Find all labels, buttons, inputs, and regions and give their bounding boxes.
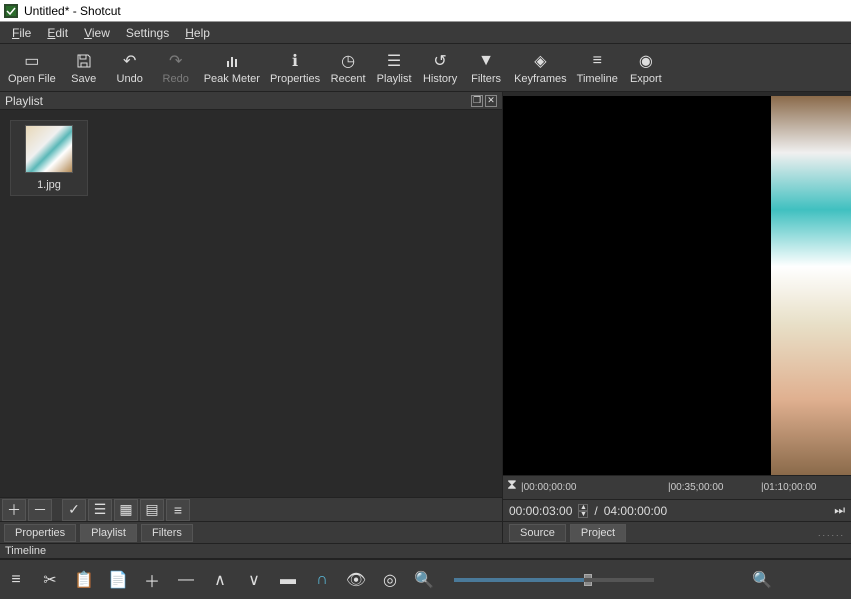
menu-edit[interactable]: Edit xyxy=(39,24,76,42)
update-button[interactable]: ✓ xyxy=(62,499,86,521)
meter-icon xyxy=(224,51,240,71)
total-time: 04:00:00:00 xyxy=(604,504,667,518)
thumbnail xyxy=(25,125,73,173)
playlist-item[interactable]: 1.jpg xyxy=(10,120,88,196)
preview-image xyxy=(771,96,851,475)
playlist-panel: Playlist ❐ ✕ 1.jpg ＋ － ✓ ☰ ▦ ▤ ≡ Propert… xyxy=(0,92,502,543)
ripple-button[interactable]: ◎ xyxy=(380,570,400,590)
tab-project[interactable]: Project xyxy=(570,524,626,542)
folder-open-icon: ▭ xyxy=(24,51,39,71)
window-title: Untitled* - Shotcut xyxy=(24,4,121,18)
ruler-mark: |01:10;00:00 xyxy=(761,482,816,493)
close-panel-icon[interactable]: ✕ xyxy=(485,95,497,107)
tab-filters[interactable]: Filters xyxy=(141,524,193,542)
paste-button[interactable]: 📄 xyxy=(108,570,128,590)
ruler-mark: |00:00;00:00 xyxy=(521,482,576,493)
redo-icon: ↷ xyxy=(169,51,182,71)
zoom-slider[interactable] xyxy=(454,578,654,582)
add-button[interactable]: ＋ xyxy=(2,499,26,521)
timeline-menu-button[interactable]: ≡ xyxy=(6,570,26,590)
lift-button[interactable]: ∧ xyxy=(210,570,230,590)
keyframes-button[interactable]: ◈Keyframes xyxy=(510,46,571,90)
playlist-grid[interactable]: 1.jpg xyxy=(0,110,502,497)
preview-panel: ⧗ |00:00;00:00 |00:35;00:00 |01:10;00:00… xyxy=(502,92,851,543)
view-icons-button[interactable]: ▤ xyxy=(140,499,164,521)
video-preview[interactable] xyxy=(503,96,851,475)
playlist-panel-header: Playlist ❐ ✕ xyxy=(0,92,502,110)
info-icon: ℹ xyxy=(292,51,298,71)
preview-tabs: Source Project ...... xyxy=(503,521,851,543)
chevron-up-icon[interactable]: ▲ xyxy=(578,504,588,511)
menu-settings[interactable]: Settings xyxy=(118,24,177,42)
tab-source[interactable]: Source xyxy=(509,524,566,542)
playlist-panel-title: Playlist xyxy=(5,94,43,108)
skip-end-button[interactable]: ⏭ xyxy=(834,503,845,518)
slider-handle[interactable] xyxy=(584,574,592,586)
view-list-button[interactable]: ☰ xyxy=(88,499,112,521)
timeline-button[interactable]: ≡Timeline xyxy=(573,46,622,90)
undo-icon: ↶ xyxy=(123,51,136,71)
clock-icon: ◷ xyxy=(341,51,355,71)
cut-button[interactable]: ✂ xyxy=(40,570,60,590)
ripple-delete-button[interactable]: — xyxy=(176,570,196,590)
main-toolbar: ▭Open File Save ↶Undo ↷Redo Peak Meter ℹ… xyxy=(0,44,851,92)
open-file-button[interactable]: ▭Open File xyxy=(4,46,60,90)
append-button[interactable]: ＋ xyxy=(142,570,162,590)
menu-view[interactable]: View xyxy=(76,24,118,42)
time-separator: / xyxy=(594,504,597,518)
peak-meter-button[interactable]: Peak Meter xyxy=(200,46,264,90)
properties-button[interactable]: ℹProperties xyxy=(266,46,324,90)
save-button[interactable]: Save xyxy=(62,46,106,90)
tab-playlist[interactable]: Playlist xyxy=(80,524,137,542)
export-button[interactable]: ◉Export xyxy=(624,46,668,90)
timeline-toolbar: ≡ ✂ 📋 📄 ＋ — ∧ ∨ ▬ ∩ 👁 ◎ 🔍 🔍 xyxy=(0,559,851,599)
history-button[interactable]: ↺History xyxy=(418,46,462,90)
time-spinner[interactable]: ▲▼ xyxy=(578,504,588,518)
tab-properties[interactable]: Properties xyxy=(4,524,76,542)
redo-button[interactable]: ↷Redo xyxy=(154,46,198,90)
timeline-panel: Timeline ≡ ✂ 📋 📄 ＋ — ∧ ∨ ▬ ∩ 👁 ◎ 🔍 🔍 xyxy=(0,543,851,599)
time-controls: 00:00:03:00 ▲▼ / 04:00:00:00 ⏭ xyxy=(503,499,851,521)
undock-icon[interactable]: ❐ xyxy=(471,95,483,107)
snap-button[interactable]: ∩ xyxy=(312,570,332,590)
filters-button[interactable]: ▼Filters xyxy=(464,46,508,90)
keyframes-icon: ◈ xyxy=(534,51,546,71)
remove-button[interactable]: － xyxy=(28,499,52,521)
scrub-button[interactable]: 👁 xyxy=(346,570,366,590)
list-icon: ☰ xyxy=(387,51,401,71)
overwrite-button[interactable]: ▬ xyxy=(278,570,298,590)
left-tabs: Properties Playlist Filters xyxy=(0,521,502,543)
menu-help[interactable]: Help xyxy=(177,24,218,42)
playlist-item-label: 1.jpg xyxy=(37,179,61,191)
timeline-title: Timeline xyxy=(0,543,851,559)
preview-ruler[interactable]: ⧗ |00:00;00:00 |00:35;00:00 |01:10;00:00 xyxy=(503,475,851,499)
playlist-button[interactable]: ☰Playlist xyxy=(372,46,416,90)
main-content: Playlist ❐ ✕ 1.jpg ＋ － ✓ ☰ ▦ ▤ ≡ Propert… xyxy=(0,92,851,543)
app-icon xyxy=(4,4,18,18)
export-icon: ◉ xyxy=(639,51,653,71)
menu-file[interactable]: File xyxy=(4,24,39,42)
current-time[interactable]: 00:00:03:00 xyxy=(509,504,572,518)
menu-bar: File Edit View Settings Help xyxy=(0,22,851,44)
timeline-icon: ≡ xyxy=(593,51,602,71)
playhead-icon[interactable]: ⧗ xyxy=(507,476,517,493)
ruler-mark: |00:35;00:00 xyxy=(668,482,723,493)
title-bar: Untitled* - Shotcut xyxy=(0,0,851,22)
chevron-down-icon[interactable]: ▼ xyxy=(578,511,588,518)
save-icon xyxy=(76,51,92,71)
insert-button[interactable]: ∨ xyxy=(244,570,264,590)
zoom-in-button[interactable]: 🔍 xyxy=(752,570,772,590)
undo-button[interactable]: ↶Undo xyxy=(108,46,152,90)
ellipsis: ...... xyxy=(818,528,845,538)
funnel-icon: ▼ xyxy=(478,51,494,71)
copy-button[interactable]: 📋 xyxy=(74,570,94,590)
zoom-out-button[interactable]: 🔍 xyxy=(414,570,434,590)
playlist-toolbar: ＋ － ✓ ☰ ▦ ▤ ≡ xyxy=(0,497,502,521)
recent-button[interactable]: ◷Recent xyxy=(326,46,370,90)
view-tiles-button[interactable]: ▦ xyxy=(114,499,138,521)
history-icon: ↺ xyxy=(433,51,446,71)
playlist-menu-button[interactable]: ≡ xyxy=(166,499,190,521)
